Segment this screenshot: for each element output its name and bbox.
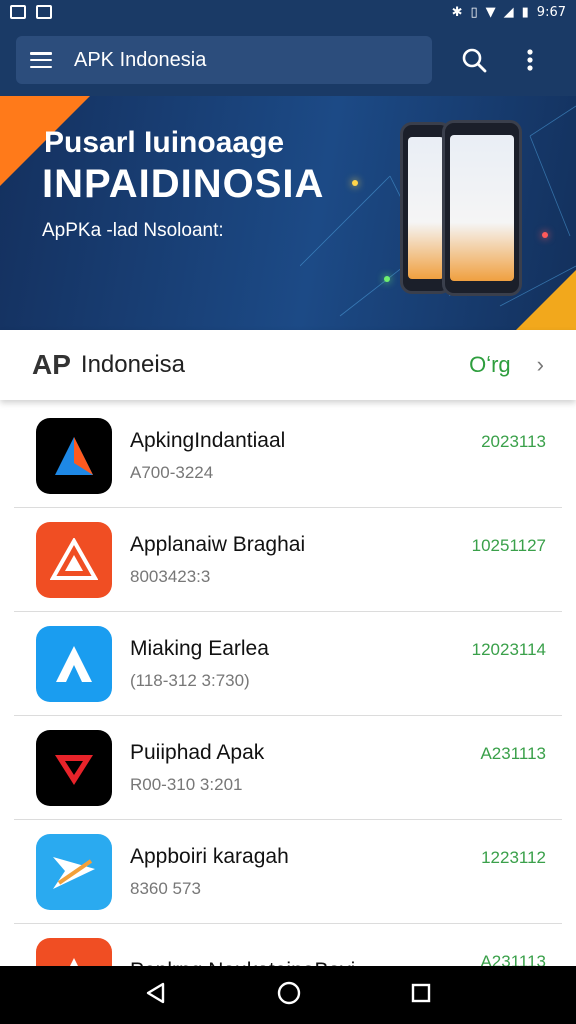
chevron-right-icon[interactable]: › [537,352,544,378]
a-logo-icon [36,625,112,702]
app-name: Applanaiw Braghai [130,532,306,556]
section-title: Indoneisa [80,351,185,378]
phone-illustration [442,120,522,296]
app-name: Appboiri karagah [130,844,289,868]
app-version: 1223112 [481,848,546,867]
section-link[interactable]: Oʻrg [469,352,511,378]
app-subtitle: R00-310 3:201 [130,774,243,794]
banner-subtitle: ApPKa -lad Nsoloant: [42,220,224,241]
triangle-logo-icon [36,417,112,494]
app-list: ApkingIndantiaal A700-3224 2023113 Appla… [14,404,562,1024]
back-icon[interactable] [144,981,168,1010]
app-title: APK Indonesia [74,48,207,71]
recents-icon[interactable] [410,982,432,1009]
more-options-icon[interactable] [510,40,550,80]
app-subtitle: (118-312 3:730) [130,670,250,690]
app-version: 10251127 [471,536,546,555]
light-dot [542,232,548,238]
app-subtitle: A700-3224 [130,462,214,482]
section-header[interactable]: AP Indoneisa Oʻrg › [0,330,576,400]
light-dot [352,180,358,186]
home-icon[interactable] [276,980,302,1011]
list-item[interactable]: Puiiphad Apak R00-310 3:201 A231113 [14,716,562,820]
app-version: A231113 [480,744,546,763]
list-item[interactable]: ApkingIndantiaal A700-3224 2023113 [14,404,562,508]
image-notification-icon [36,5,52,19]
list-item[interactable]: Applanaiw Braghai 8003423:3 10251127 [14,508,562,612]
app-subtitle: 8360 573 [130,878,201,898]
search-icon[interactable] [454,40,494,80]
app-version: 12023114 [471,640,546,659]
bluetooth-icon: ✱ [451,4,463,20]
check-logo-icon [36,729,112,806]
app-name: Puiiphad Apak [130,740,265,764]
status-bar: ✱ ▯ ▼ ◢ ▮ 9:67 [0,0,576,24]
app-name: ApkingIndantiaal [130,428,286,452]
app-bar: APK Indonesia [0,24,576,96]
status-indicators: ✱ ▯ ▼ ◢ ▮ 9:67 [452,5,566,20]
light-dot [384,276,390,282]
app-title-bar[interactable]: APK Indonesia [16,36,432,84]
notification-icons [10,5,52,19]
app-name: Miaking Earlea [130,636,269,660]
list-item[interactable]: Miaking Earlea (118-312 3:730) 12023114 [14,612,562,716]
clock: 9:67 [536,4,566,20]
image-notification-icon [10,5,26,19]
signal-icon: ◢ [503,4,514,20]
plane-logo-icon [36,833,112,910]
system-nav-bar [0,966,576,1024]
promo-banner[interactable]: Pusarl Iuinoaage INPAIDINOSIA ApPKa -lad… [0,96,576,330]
vibrate-icon: ▯ [470,4,478,20]
shield-logo-icon [36,521,112,598]
banner-heading: Pusarl Iuinoaage [44,126,285,159]
app-subtitle: 8003423:3 [130,566,211,586]
menu-icon[interactable] [30,52,52,68]
app-version: 2023113 [481,432,546,451]
list-item[interactable]: Appboiri karagah 8360 573 1223112 [14,820,562,924]
battery-icon: ▮ [521,4,529,20]
wifi-icon: ▼ [485,4,496,20]
section-badge: AP [32,349,71,380]
banner-title: INPAIDINOSIA [42,162,325,206]
